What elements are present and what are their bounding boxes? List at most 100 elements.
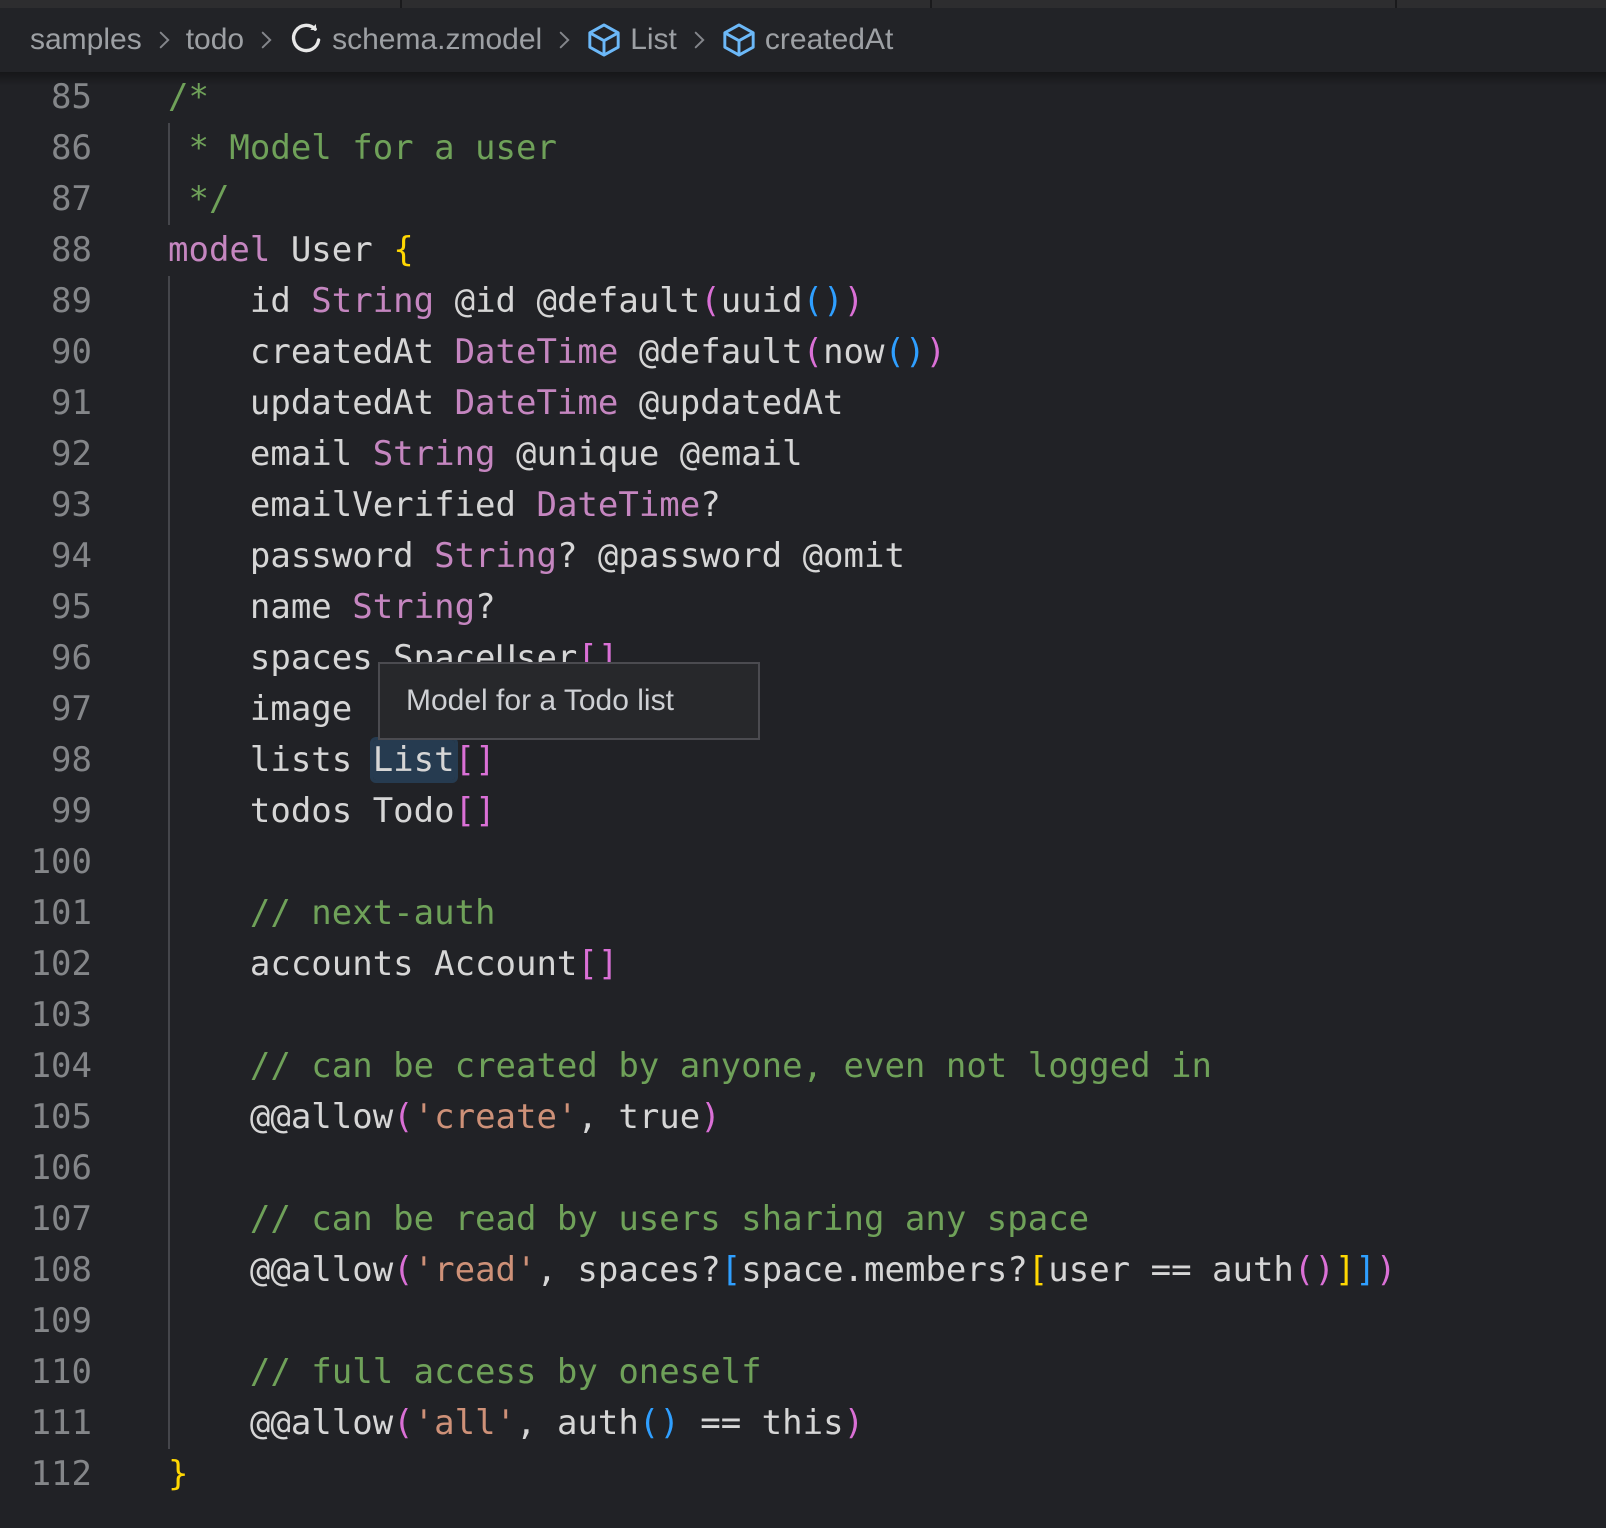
- code-line-content[interactable]: todos Todo[]: [92, 786, 496, 837]
- code-line[interactable]: 101 // next-auth: [0, 888, 1606, 939]
- line-number[interactable]: 106: [0, 1143, 92, 1194]
- code-line-content[interactable]: password String? @password @omit: [92, 531, 905, 582]
- line-number[interactable]: 112: [0, 1449, 92, 1500]
- code-line-content[interactable]: lists List[]: [92, 735, 496, 786]
- code-line-content[interactable]: // can be read by users sharing any spac…: [92, 1194, 1089, 1245]
- code-line[interactable]: 86 * Model for a user: [0, 123, 1606, 174]
- line-number[interactable]: 97: [0, 684, 92, 735]
- code-token: (: [393, 1403, 413, 1443]
- code-line[interactable]: 103: [0, 990, 1606, 1041]
- code-line-content[interactable]: accounts Account[]: [92, 939, 618, 990]
- chevron-right-icon: [552, 28, 576, 52]
- line-number[interactable]: 110: [0, 1347, 92, 1398]
- code-line[interactable]: 109: [0, 1296, 1606, 1347]
- breadcrumb-item-schema.zmodel[interactable]: schema.zmodel: [332, 23, 542, 57]
- line-number[interactable]: 93: [0, 480, 92, 531]
- code-line[interactable]: 89 id String @id @default(uuid()): [0, 276, 1606, 327]
- code-line[interactable]: 88model User {: [0, 225, 1606, 276]
- line-number[interactable]: 89: [0, 276, 92, 327]
- line-number[interactable]: 86: [0, 123, 92, 174]
- code-line[interactable]: 97 image: [0, 684, 1606, 735]
- line-number[interactable]: 105: [0, 1092, 92, 1143]
- code-line[interactable]: 99 todos Todo[]: [0, 786, 1606, 837]
- breadcrumb-item-samples[interactable]: samples: [30, 23, 142, 57]
- line-number[interactable]: 87: [0, 174, 92, 225]
- code-line-content[interactable]: [92, 990, 168, 1041]
- code-line-content[interactable]: [92, 837, 168, 888]
- code-line[interactable]: 92 email String @unique @email: [0, 429, 1606, 480]
- line-number[interactable]: 95: [0, 582, 92, 633]
- code-line-content[interactable]: email String @unique @email: [92, 429, 803, 480]
- code-token: accounts: [168, 944, 434, 984]
- line-number[interactable]: 88: [0, 225, 92, 276]
- code-line[interactable]: 110 // full access by oneself: [0, 1347, 1606, 1398]
- code-line-content[interactable]: createdAt DateTime @default(now()): [92, 327, 946, 378]
- line-number[interactable]: 96: [0, 633, 92, 684]
- code-token: == this: [680, 1403, 844, 1443]
- code-line-content[interactable]: emailVerified DateTime?: [92, 480, 721, 531]
- code-line-content[interactable]: model User {: [92, 225, 414, 276]
- code-line[interactable]: 111 @@allow('all', auth() == this): [0, 1398, 1606, 1449]
- code-line[interactable]: 94 password String? @password @omit: [0, 531, 1606, 582]
- line-number[interactable]: 101: [0, 888, 92, 939]
- code-line[interactable]: 95 name String?: [0, 582, 1606, 633]
- code-line-content[interactable]: // next-auth: [92, 888, 496, 939]
- line-number[interactable]: 109: [0, 1296, 92, 1347]
- code-line[interactable]: 96 spaces SpaceUser[]: [0, 633, 1606, 684]
- tab-bar[interactable]: [0, 0, 1606, 8]
- code-line[interactable]: 100: [0, 837, 1606, 888]
- line-number[interactable]: 100: [0, 837, 92, 888]
- code-line[interactable]: 107 // can be read by users sharing any …: [0, 1194, 1606, 1245]
- code-line[interactable]: 104 // can be created by anyone, even no…: [0, 1041, 1606, 1092]
- breadcrumb-item-createdAt[interactable]: createdAt: [765, 23, 893, 57]
- line-number[interactable]: 85: [0, 72, 92, 123]
- code-line-content[interactable]: [92, 1296, 168, 1347]
- code-line[interactable]: 91 updatedAt DateTime @updatedAt: [0, 378, 1606, 429]
- line-number[interactable]: 90: [0, 327, 92, 378]
- code-line[interactable]: 87 */: [0, 174, 1606, 225]
- line-number[interactable]: 99: [0, 786, 92, 837]
- code-token: String: [434, 536, 557, 576]
- code-line[interactable]: 105 @@allow('create', true): [0, 1092, 1606, 1143]
- line-number[interactable]: 104: [0, 1041, 92, 1092]
- code-token: (): [1294, 1250, 1335, 1290]
- code-line-content[interactable]: */: [92, 174, 229, 225]
- cube-icon: [721, 22, 757, 58]
- code-line[interactable]: 90 createdAt DateTime @default(now()): [0, 327, 1606, 378]
- code-token: , auth: [516, 1403, 639, 1443]
- code-line[interactable]: 98 lists List[]: [0, 735, 1606, 786]
- code-line-content[interactable]: updatedAt DateTime @updatedAt: [92, 378, 844, 429]
- code-line-content[interactable]: * Model for a user: [92, 123, 557, 174]
- line-number[interactable]: 91: [0, 378, 92, 429]
- code-token: ): [844, 1403, 864, 1443]
- line-number[interactable]: 103: [0, 990, 92, 1041]
- line-number[interactable]: 94: [0, 531, 92, 582]
- code-line-content[interactable]: /*: [92, 72, 209, 123]
- code-line-content[interactable]: id String @id @default(uuid()): [92, 276, 864, 327]
- line-number[interactable]: 92: [0, 429, 92, 480]
- code-line-content[interactable]: image: [92, 684, 352, 735]
- code-line-content[interactable]: // full access by oneself: [92, 1347, 762, 1398]
- line-number[interactable]: 98: [0, 735, 92, 786]
- code-line[interactable]: 108 @@allow('read', spaces?[space.member…: [0, 1245, 1606, 1296]
- code-line-content[interactable]: @@allow('create', true): [92, 1092, 721, 1143]
- code-line-content[interactable]: @@allow('all', auth() == this): [92, 1398, 864, 1449]
- code-line[interactable]: 112}: [0, 1449, 1606, 1500]
- breadcrumb-item-List[interactable]: List: [630, 23, 677, 57]
- code-line[interactable]: 85/*: [0, 72, 1606, 123]
- line-number[interactable]: 111: [0, 1398, 92, 1449]
- breadcrumb[interactable]: samples todo schema.zmodel List createdAt: [0, 8, 1606, 72]
- code-line-content[interactable]: [92, 1143, 168, 1194]
- code-line-content[interactable]: // can be created by anyone, even not lo…: [92, 1041, 1212, 1092]
- code-line-content[interactable]: @@allow('read', spaces?[space.members?[u…: [92, 1245, 1396, 1296]
- line-number[interactable]: 102: [0, 939, 92, 990]
- breadcrumb-item-todo[interactable]: todo: [186, 23, 244, 57]
- code-line[interactable]: 93 emailVerified DateTime?: [0, 480, 1606, 531]
- code-line[interactable]: 102 accounts Account[]: [0, 939, 1606, 990]
- code-line[interactable]: 106: [0, 1143, 1606, 1194]
- code-line-content[interactable]: }: [92, 1449, 188, 1500]
- line-number[interactable]: 107: [0, 1194, 92, 1245]
- line-number[interactable]: 108: [0, 1245, 92, 1296]
- code-line-content[interactable]: name String?: [92, 582, 496, 633]
- code-editor[interactable]: Model for a Todo list 85/*86 * Model for…: [0, 72, 1606, 1528]
